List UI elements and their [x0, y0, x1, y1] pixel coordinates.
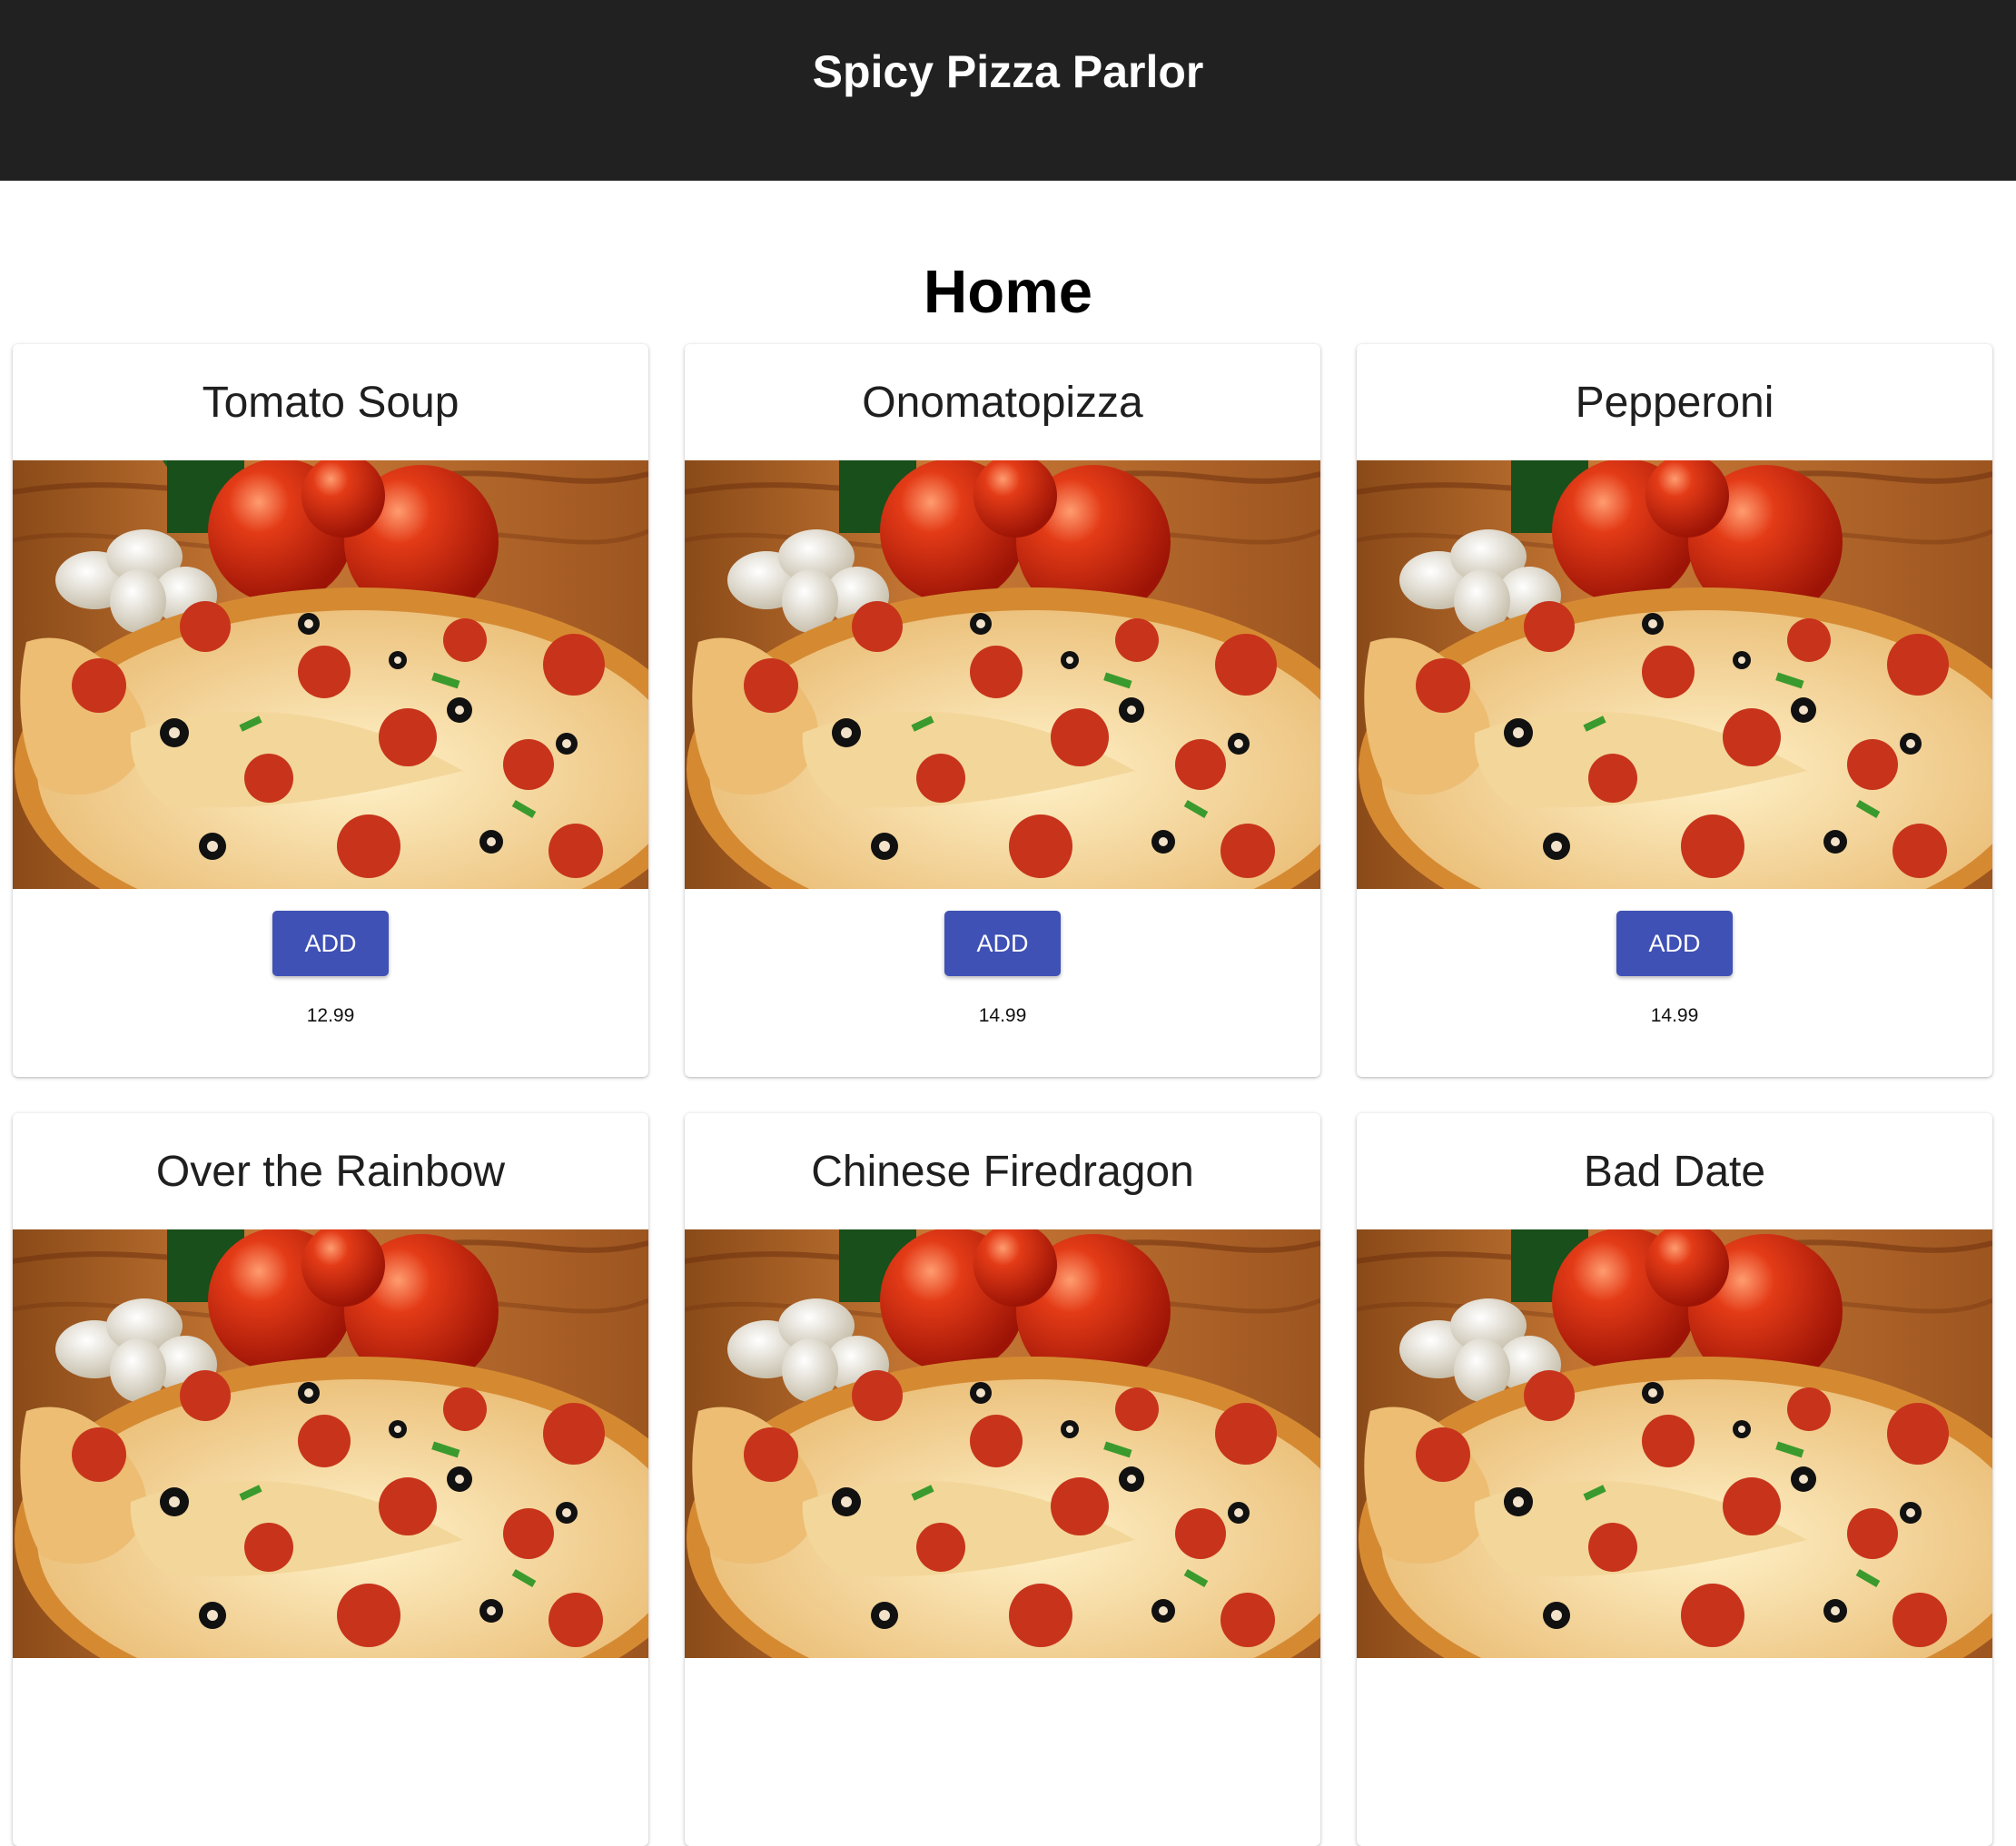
product-image	[13, 1229, 648, 1658]
product-name: Over the Rainbow	[155, 1147, 506, 1196]
card-actions: ADD	[685, 889, 1320, 998]
add-button[interactable]: ADD	[272, 911, 389, 976]
product-price: 14.99	[978, 1005, 1027, 1026]
card-actions: ADD	[13, 889, 648, 998]
product-name: Chinese Firedragon	[811, 1147, 1194, 1196]
product-image	[1357, 460, 1992, 889]
app-title: Spicy Pizza Parlor	[812, 46, 1204, 97]
product-card: Onomatopizza ADD 14.99	[685, 344, 1320, 1077]
product-grid: Tomato Soup ADD 12.99 Onomatopizza ADD 1…	[13, 344, 1995, 1846]
product-image	[1357, 1229, 1992, 1658]
product-name: Pepperoni	[1575, 378, 1774, 427]
product-image	[13, 454, 648, 951]
app-bar: Spicy Pizza Parlor	[0, 0, 2016, 181]
product-card: Over the Rainbow	[13, 1113, 648, 1846]
product-name: Bad Date	[1583, 1147, 1766, 1196]
product-name: Tomato Soup	[202, 378, 460, 427]
add-button[interactable]: ADD	[1616, 911, 1733, 976]
product-price: 14.99	[1650, 1005, 1699, 1026]
card-actions: ADD	[1357, 889, 1992, 998]
product-image	[685, 460, 1320, 889]
product-image	[685, 1229, 1320, 1658]
product-price: 12.99	[306, 1005, 355, 1026]
product-card: Tomato Soup ADD 12.99	[13, 344, 648, 1077]
product-card: Chinese Firedragon	[685, 1113, 1320, 1846]
add-button[interactable]: ADD	[944, 911, 1061, 976]
product-name: Onomatopizza	[862, 378, 1143, 427]
product-card: Bad Date	[1357, 1113, 1992, 1846]
product-card: Pepperoni ADD 14.99	[1357, 344, 1992, 1077]
page-title: Home	[923, 257, 1093, 326]
